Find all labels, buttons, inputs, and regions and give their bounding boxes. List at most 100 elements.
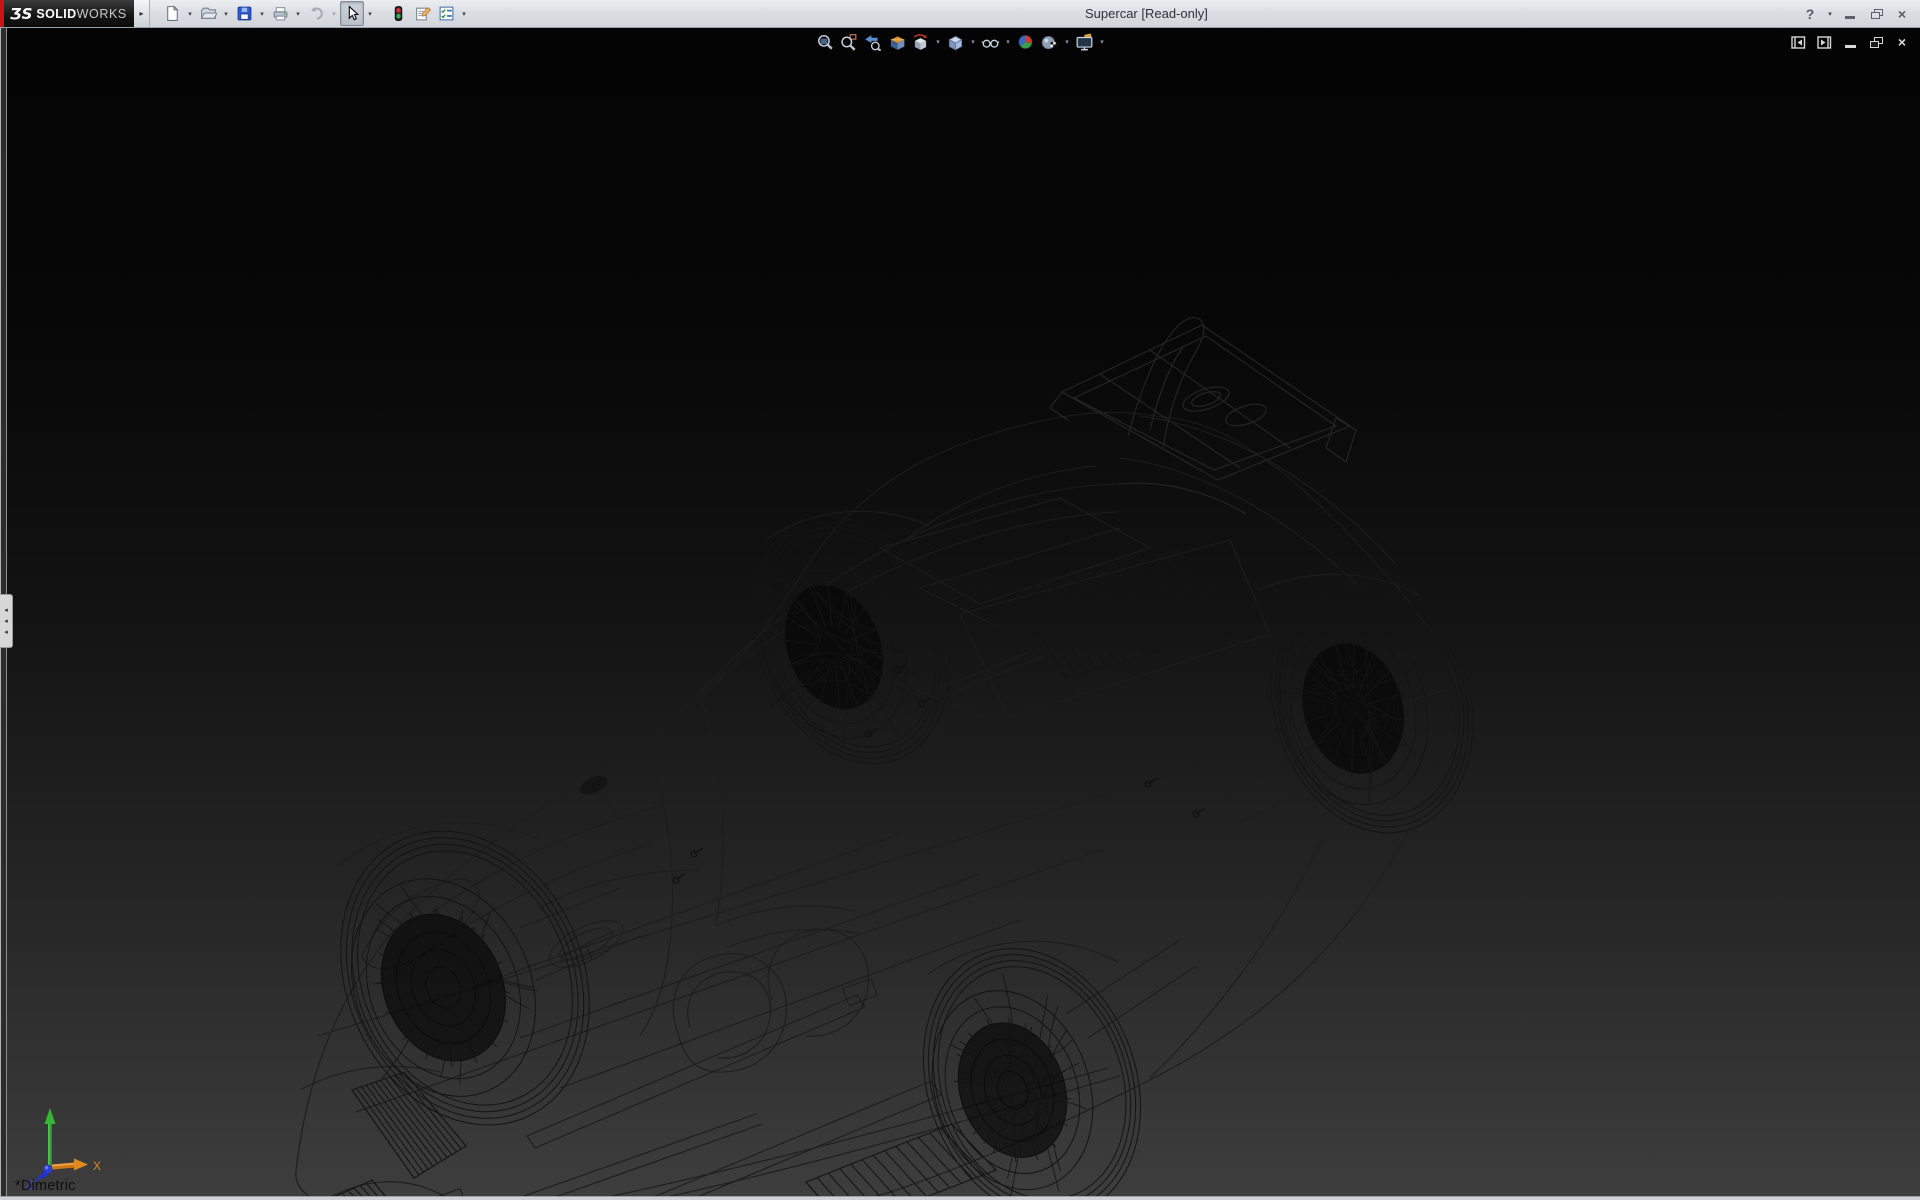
- options-icon: [438, 5, 455, 22]
- restore-icon: [1871, 9, 1882, 19]
- view-orientation-button[interactable]: [909, 31, 933, 53]
- headsup-view-toolbar: ▾ ▾ ▾: [813, 31, 1108, 53]
- open-dropdown[interactable]: ▾: [220, 2, 232, 25]
- menu-expand-button[interactable]: ▸: [134, 0, 150, 27]
- caret-down-icon: ▾: [1006, 38, 1010, 46]
- expand-right-pane-icon: [1817, 35, 1832, 50]
- triad-y-axis: [45, 1108, 56, 1168]
- options-button[interactable]: [434, 1, 458, 26]
- print-dropdown[interactable]: ▾: [292, 2, 304, 25]
- help-icon: ?: [1806, 6, 1815, 22]
- restore-icon: [1870, 37, 1882, 48]
- file-properties-button[interactable]: [410, 1, 434, 26]
- display-style-icon: [947, 33, 965, 51]
- hide-show-items-button[interactable]: [979, 31, 1003, 53]
- save-button[interactable]: [232, 1, 256, 26]
- car-suspension-coils: [1032, 580, 1128, 644]
- minimize-icon: [1845, 16, 1855, 19]
- close-icon: ×: [1898, 34, 1906, 50]
- select-cursor-icon: [344, 5, 361, 22]
- view-settings-dropdown[interactable]: ▾: [1097, 31, 1108, 53]
- save-icon: [236, 5, 253, 22]
- collapsed-panel-tab[interactable]: ◂ ◂ ◂: [0, 594, 13, 648]
- car-hatched-panels: [318, 1072, 996, 1200]
- close-button[interactable]: ×: [1890, 2, 1914, 25]
- new-document-button[interactable]: [160, 1, 184, 26]
- caret-down-icon: ▾: [971, 38, 975, 46]
- car-cockpit: [543, 911, 869, 1072]
- collapse-left-icon: ◂: [4, 607, 8, 614]
- triad-x-label: X: [93, 1159, 101, 1173]
- car-engine-fins: [906, 548, 1236, 678]
- file-properties-icon: [414, 5, 431, 22]
- view-orientation-dropdown[interactable]: ▾: [933, 31, 944, 53]
- open-folder-icon: [200, 5, 217, 22]
- title-bar: ƷS SOLIDWORKS ▸ ▾ ▾ ▾: [0, 0, 1920, 28]
- options-dropdown[interactable]: ▾: [458, 2, 470, 25]
- undo-icon: [308, 5, 325, 22]
- undo-button[interactable]: [304, 1, 328, 26]
- restore-button[interactable]: [1864, 2, 1888, 25]
- section-view-button[interactable]: [885, 31, 909, 53]
- caret-down-icon: ▾: [936, 38, 940, 46]
- caret-down-icon: ▾: [260, 10, 264, 18]
- zoom-to-area-button[interactable]: [837, 31, 861, 53]
- open-button[interactable]: [196, 1, 220, 26]
- window-title: Supercar [Read-only]: [1085, 0, 1208, 27]
- graphics-area[interactable]: ▾ ▾ ▾: [0, 28, 1920, 1200]
- view-settings-icon: [1076, 33, 1094, 51]
- solidworks-logo-glyph: ƷS: [10, 5, 32, 23]
- display-style-button[interactable]: [944, 31, 968, 53]
- display-style-dropdown[interactable]: ▾: [968, 31, 979, 53]
- menu-expand-icon: ▸: [139, 9, 143, 18]
- select-button[interactable]: [340, 1, 364, 26]
- apply-scene-button[interactable]: [1038, 31, 1062, 53]
- caret-down-icon: ▾: [1065, 38, 1069, 46]
- collapse-left-icon: ◂: [4, 618, 8, 625]
- collapse-left-pane-button[interactable]: [1788, 33, 1808, 51]
- undo-dropdown[interactable]: ▾: [328, 2, 340, 25]
- apply-scene-icon: [1041, 33, 1059, 51]
- zoom-to-fit-icon: [816, 33, 834, 51]
- view-orientation-label: *Dimetric: [15, 1178, 76, 1194]
- zoom-to-fit-button[interactable]: [813, 31, 837, 53]
- previous-view-button[interactable]: [861, 31, 885, 53]
- edit-appearance-button[interactable]: [1014, 31, 1038, 53]
- doc-close-button[interactable]: ×: [1892, 33, 1912, 51]
- brand-light: WORKS: [77, 7, 127, 21]
- print-button[interactable]: [268, 1, 292, 26]
- car-rear-wing: [1050, 318, 1356, 514]
- collapse-left-pane-icon: [1791, 35, 1806, 50]
- doc-restore-button[interactable]: [1866, 33, 1886, 51]
- solidworks-logo: ƷS SOLIDWORKS: [0, 0, 134, 27]
- eyeglasses-icon: [982, 33, 1000, 51]
- minimize-button[interactable]: [1838, 2, 1862, 25]
- car-wheels: [295, 487, 1502, 1200]
- save-dropdown[interactable]: ▾: [256, 2, 268, 25]
- traffic-light-icon: [390, 5, 407, 22]
- caret-down-icon: ▾: [1100, 38, 1104, 46]
- hide-show-items-dropdown[interactable]: ▾: [1003, 31, 1014, 53]
- car-chassis: [318, 498, 1452, 1200]
- caret-down-icon: ▾: [224, 10, 228, 18]
- caret-down-icon: ▾: [332, 10, 336, 18]
- caret-down-icon: ▾: [1828, 10, 1832, 18]
- caret-down-icon: ▾: [368, 10, 372, 18]
- view-settings-button[interactable]: [1073, 31, 1097, 53]
- help-dropdown[interactable]: ▾: [1824, 2, 1836, 25]
- rebuild-button[interactable]: [386, 1, 410, 26]
- select-dropdown[interactable]: ▾: [364, 2, 376, 25]
- window-controls: ? ▾ ×: [1798, 0, 1914, 27]
- caret-down-icon: ▾: [296, 10, 300, 18]
- standard-toolbar: ▾ ▾ ▾ ▾: [160, 0, 470, 27]
- doc-minimize-button[interactable]: [1840, 33, 1860, 51]
- section-view-icon: [888, 33, 906, 51]
- apply-scene-dropdown[interactable]: ▾: [1062, 31, 1073, 53]
- print-icon: [272, 5, 289, 22]
- expand-right-pane-button[interactable]: [1814, 33, 1834, 51]
- new-document-icon: [164, 5, 181, 22]
- new-document-dropdown[interactable]: ▾: [184, 2, 196, 25]
- document-window-controls: ×: [1788, 33, 1912, 51]
- help-button[interactable]: ?: [1798, 2, 1822, 25]
- car-wireframe: [0, 28, 1920, 1200]
